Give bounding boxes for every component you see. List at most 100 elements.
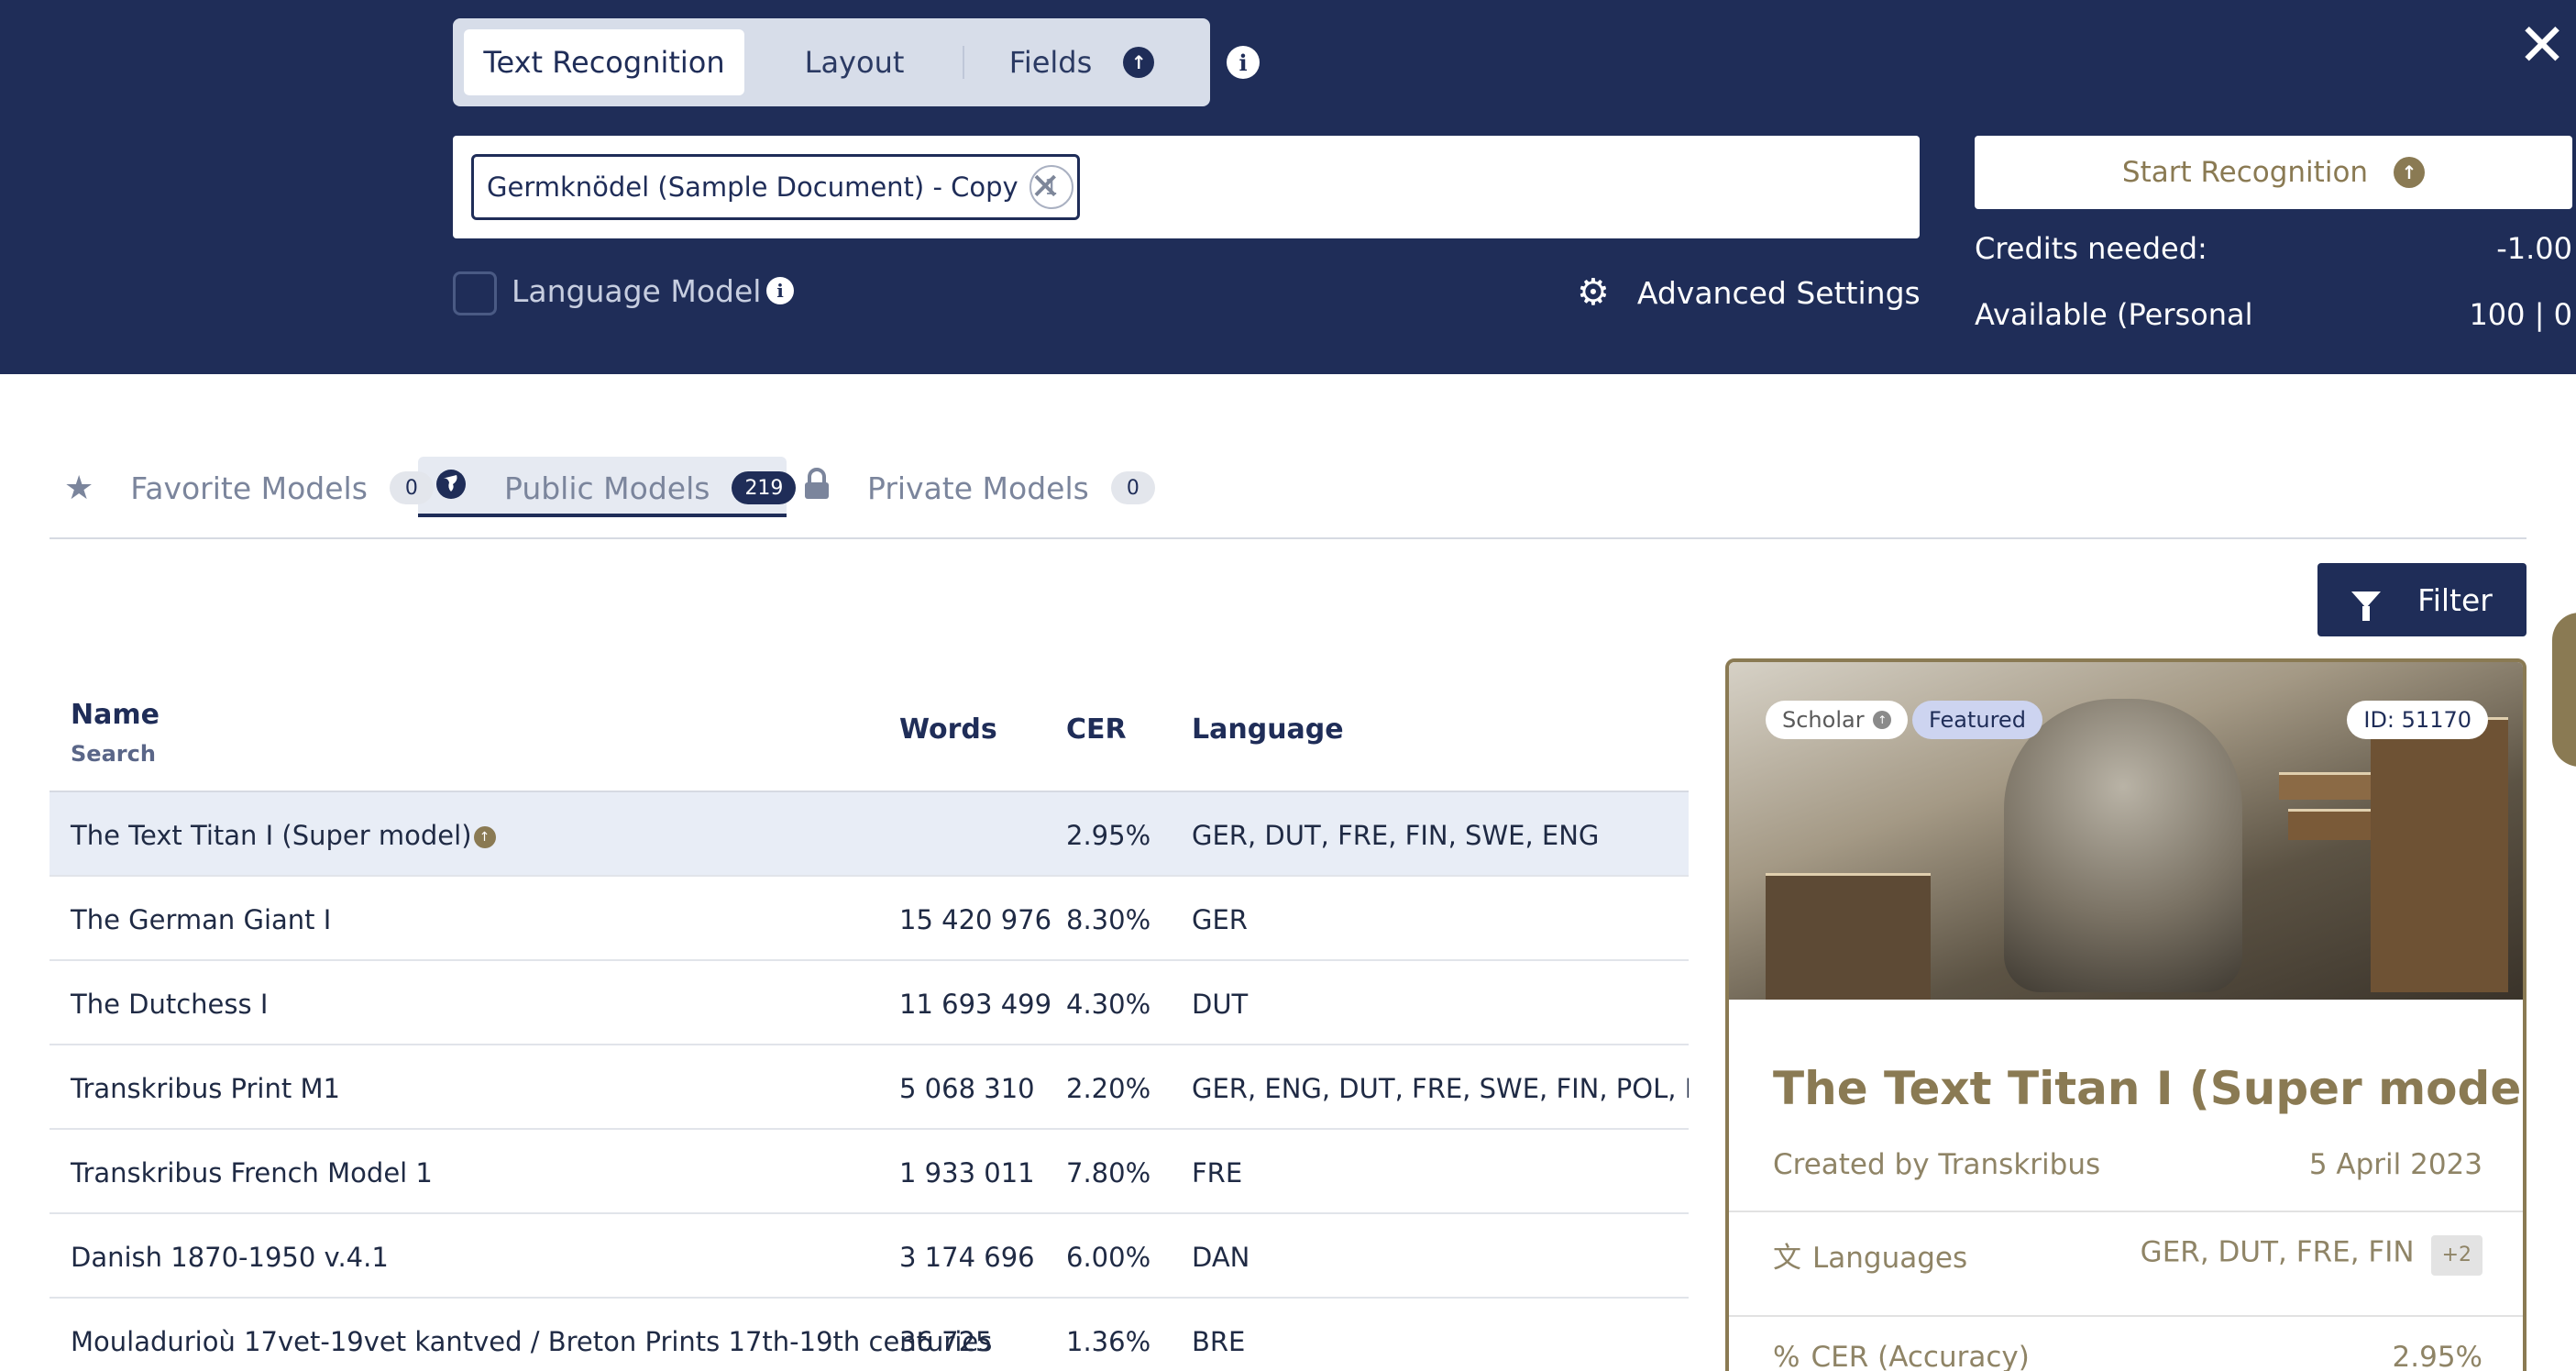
tab-label: Fields <box>1008 45 1093 80</box>
model-name: The German Giant I <box>71 904 332 935</box>
book-stack-shape <box>2371 717 2508 992</box>
available-credits-value: 100 | 0 <box>2469 297 2572 332</box>
table-row[interactable]: Transkribus French Model 1 1 933 011 7.8… <box>50 1130 1689 1214</box>
model-words: 1 933 011 <box>899 1157 1035 1189</box>
upgrade-icon: ↑ <box>1123 47 1155 78</box>
tab-public-models[interactable]: Public Models 219 <box>435 459 797 517</box>
table-row[interactable]: The German Giant I 15 420 976 8.30% GER <box>50 877 1689 961</box>
advanced-settings-button[interactable]: ⚙ Advanced Settings <box>1577 271 1921 314</box>
tab-label: Layout <box>804 45 905 80</box>
filter-button[interactable]: Filter <box>2317 563 2526 636</box>
model-tabs: ★ Favorite Models 0 Public Models 219 Pr… <box>50 455 2526 539</box>
gear-icon: ⚙ <box>1577 271 1610 314</box>
feedback-side-tab[interactable] <box>2552 613 2576 767</box>
scholar-badge-label: Scholar <box>1782 707 1865 733</box>
language-model-checkbox[interactable] <box>453 271 497 315</box>
table-row[interactable]: Mouladurioù 17vet-19vet kantved / Breton… <box>50 1299 1689 1371</box>
tab-private-models[interactable]: Private Models 0 <box>803 459 1155 517</box>
cer-value: 2.95% <box>2392 1341 2482 1371</box>
tab-text-recognition[interactable]: Text Recognition <box>464 29 744 95</box>
count-badge: 0 <box>1110 471 1155 504</box>
model-title: The Text Titan I (Super model) <box>1773 1062 2526 1115</box>
languages-value-wrap: GER, DUT, FRE, FIN +2 <box>2140 1234 2482 1276</box>
info-icon[interactable]: i <box>1227 46 1260 79</box>
upgrade-icon: ↑ <box>473 826 496 848</box>
model-cer: 2.95% <box>1066 820 1151 851</box>
languages-label: Languages <box>1812 1242 1968 1275</box>
upgrade-icon: ↑ <box>1873 711 1892 729</box>
scholar-badge: Scholar ↑ <box>1766 701 1909 739</box>
table-row[interactable]: Transkribus Print M1 5 068 310 2.20% GER… <box>50 1045 1689 1130</box>
column-header-name[interactable]: Name <box>71 699 160 731</box>
model-cer-row: % CER (Accuracy) 2.95% <box>1773 1341 2482 1371</box>
table-row[interactable]: The Text Titan I (Super model) ↑ 2.95% GE… <box>50 792 1689 877</box>
tab-divider <box>963 46 964 79</box>
filter-icon <box>2351 592 2382 621</box>
credits-needed-label: Credits needed: <box>1975 231 2207 266</box>
count-badge: 219 <box>732 471 797 504</box>
percent-icon: % <box>1773 1341 1800 1371</box>
languages-value: GER, DUT, FRE, FIN <box>2140 1235 2415 1268</box>
model-cer: 6.00% <box>1066 1242 1151 1273</box>
model-name: The Dutchess I <box>71 989 269 1020</box>
column-header-cer[interactable]: CER <box>1066 713 1127 746</box>
available-credits-label: Available (Personal <box>1975 297 2253 332</box>
table-row[interactable]: Danish 1870-1950 v.4.1 3 174 696 6.00% D… <box>50 1214 1689 1299</box>
tab-label: Public Models <box>504 470 710 506</box>
column-header-language[interactable]: Language <box>1192 713 1344 746</box>
model-cer: 1.36% <box>1066 1326 1151 1357</box>
table-row[interactable]: The Dutchess I 11 693 499 4.30% DUT <box>50 961 1689 1045</box>
model-words: 5 068 310 <box>899 1073 1035 1104</box>
model-name: The Text Titan I (Super model) <box>71 820 472 851</box>
model-language: BRE <box>1192 1326 1246 1357</box>
mode-tab-bar: Text Recognition Layout Fields ↑ <box>453 18 1210 106</box>
model-date: 5 April 2023 <box>2308 1148 2482 1181</box>
start-recognition-label: Start Recognition <box>2121 156 2369 189</box>
table-header: Name Search Words CER Language <box>50 679 1689 792</box>
featured-badge: Featured <box>1912 701 2042 739</box>
more-languages-pill[interactable]: +2 <box>2430 1234 2482 1276</box>
document-chip-label: Germknödel (Sample Document) - Copy <box>487 171 1018 203</box>
cer-label-wrap: % CER (Accuracy) <box>1773 1341 2030 1371</box>
model-language: DUT <box>1192 989 1249 1020</box>
count-badge: 0 <box>389 471 434 504</box>
models-table: Name Search Words CER Language The Text … <box>50 679 1689 1371</box>
globe-icon <box>435 468 468 509</box>
lock-icon <box>803 467 831 509</box>
model-words: 3 174 696 <box>899 1242 1035 1273</box>
model-languages-row: 文 Languages GER, DUT, FRE, FIN +2 <box>1773 1234 2482 1276</box>
model-meta: Created by Transkribus 5 April 2023 <box>1773 1148 2482 1181</box>
recognition-header: Text Recognition Layout Fields ↑ i ✕ Ger… <box>0 0 2576 374</box>
model-language: GER, ENG, DUT, FRE, SWE, FIN, POL, ITA, … <box>1192 1073 1689 1104</box>
model-cover-image: Scholar ↑ Featured ID: 51170 <box>1729 662 2523 1000</box>
name-search-link[interactable]: Search <box>71 741 156 767</box>
tab-label: Text Recognition <box>483 45 725 80</box>
model-language: GER, DUT, FRE, FIN, SWE, ENG <box>1192 820 1600 851</box>
column-header-words[interactable]: Words <box>899 713 997 746</box>
cer-label: CER (Accuracy) <box>1811 1341 2030 1371</box>
model-creator: Created by Transkribus <box>1773 1148 2101 1181</box>
book-stack-shape <box>1766 873 1931 1000</box>
advanced-settings-label: Advanced Settings <box>1636 274 1921 311</box>
close-icon[interactable]: ✕ <box>2516 17 2568 75</box>
start-recognition-button[interactable]: Start Recognition ↑ <box>1975 136 2572 209</box>
tab-favorite-models[interactable]: ★ Favorite Models 0 <box>64 459 434 517</box>
model-detail-card: Scholar ↑ Featured ID: 51170 The Text Ti… <box>1725 658 2526 1371</box>
model-name-cell: The Text Titan I (Super model) ↑ <box>71 820 496 851</box>
star-icon: ★ <box>64 469 94 507</box>
model-cer: 4.30% <box>1066 989 1151 1020</box>
remove-document-icon[interactable]: ✕ <box>1029 166 1061 208</box>
tab-layout[interactable]: Layout <box>755 29 953 95</box>
model-name: Transkribus Print M1 <box>71 1073 340 1104</box>
available-credits-row: Available (Personal 100 | 0 <box>1975 297 2572 332</box>
model-name: Transkribus French Model 1 <box>71 1157 433 1189</box>
info-icon[interactable]: i <box>766 277 794 304</box>
divider <box>1729 1211 2523 1212</box>
upgrade-icon: ↑ <box>2394 157 2426 188</box>
document-selector[interactable]: Germknödel (Sample Document) - Copy 1 ✕ <box>453 136 1920 238</box>
translate-icon: 文 <box>1773 1242 1801 1275</box>
model-name: Danish 1870-1950 v.4.1 <box>71 1242 389 1273</box>
tab-fields[interactable]: Fields ↑ <box>972 29 1192 95</box>
model-cer: 2.20% <box>1066 1073 1151 1104</box>
filter-label: Filter <box>2417 581 2493 618</box>
